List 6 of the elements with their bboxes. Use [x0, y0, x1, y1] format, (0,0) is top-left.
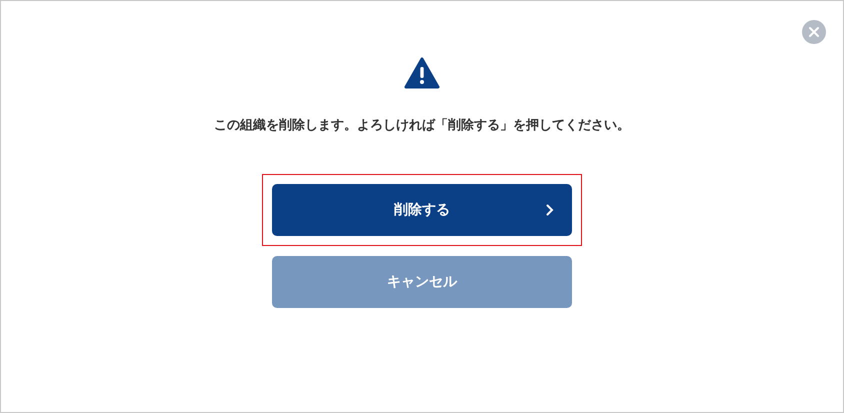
delete-button[interactable]: 削除する — [272, 184, 572, 236]
chevron-right-icon — [546, 204, 554, 216]
close-icon — [808, 26, 820, 38]
warning-icon — [404, 57, 440, 89]
close-button[interactable] — [802, 20, 826, 44]
confirmation-message: この組織を削除します。よろしければ「削除する」を押してください。 — [214, 117, 630, 134]
